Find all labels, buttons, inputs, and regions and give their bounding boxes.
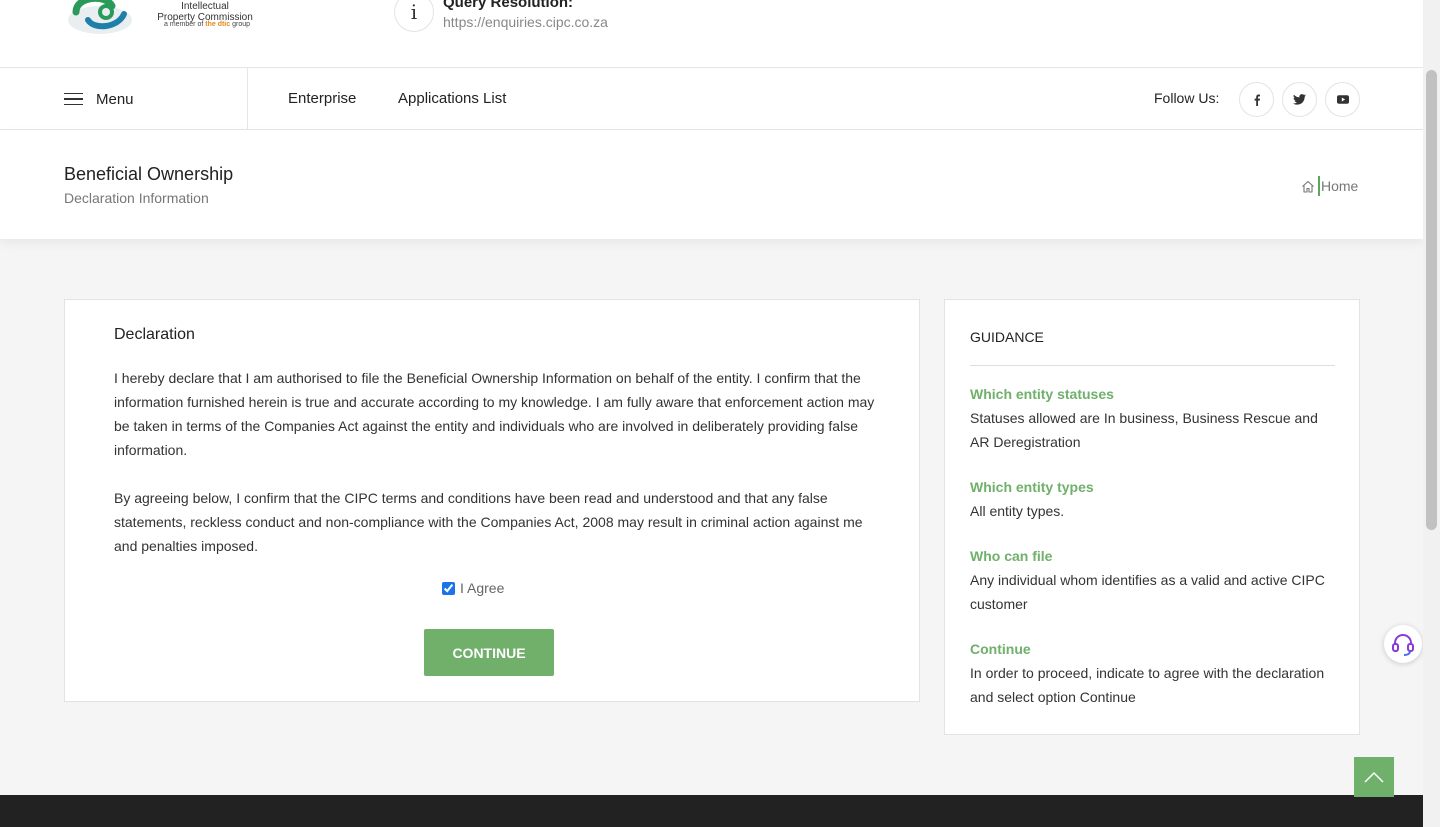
declaration-card: Declaration I hereby declare that I am a…: [64, 299, 920, 702]
scroll-to-top-button[interactable]: [1354, 757, 1394, 797]
menu-label: Menu: [96, 90, 134, 108]
guidance-text-types: All entity types.: [970, 503, 1065, 519]
main-nav: Menu Enterprise Applications List Follow…: [0, 68, 1423, 130]
guidance-heading-continue: Continue: [970, 641, 1031, 657]
youtube-icon: [1336, 95, 1349, 104]
chevron-up-icon: [1364, 771, 1384, 783]
facebook-button[interactable]: [1239, 82, 1274, 117]
logo-member-dtic: dtic: [217, 21, 231, 28]
agree-label: I Agree: [460, 580, 505, 596]
home-icon: [1302, 180, 1314, 193]
breadcrumb-home-label: Home: [1321, 178, 1359, 194]
nav-link-enterprise[interactable]: Enterprise: [288, 90, 356, 107]
headset-icon: [1392, 634, 1414, 656]
hamburger-icon: [64, 92, 83, 106]
logo-text: Companies and Intellectual Property Comm…: [150, 0, 260, 23]
page-title-band: Beneficial Ownership Declaration Informa…: [0, 130, 1423, 239]
declaration-title: Declaration: [114, 326, 195, 343]
agree-checkbox-label[interactable]: I Agree: [442, 580, 504, 596]
info-icon: i: [394, 0, 434, 32]
page-scrollbar[interactable]: [1423, 0, 1440, 827]
guidance-text-statuses: Statuses allowed are In business, Busine…: [970, 410, 1318, 450]
logo-member-the: the: [205, 21, 216, 28]
breadcrumb-home[interactable]: Home: [1301, 176, 1358, 196]
guidance-heading-who-can-file: Who can file: [970, 548, 1053, 564]
query-title: Query Resolution:: [443, 0, 574, 11]
logo-member-suffix: group: [232, 21, 251, 28]
page-subtitle: Declaration Information: [64, 190, 209, 206]
guidance-text-continue: In order to proceed, indicate to agree w…: [970, 665, 1325, 705]
youtube-button[interactable]: [1325, 82, 1360, 117]
breadcrumb-caret: [1318, 176, 1320, 196]
menu-button[interactable]: Menu: [64, 68, 248, 130]
footer: [0, 795, 1423, 827]
follow-us-label: Follow Us:: [1154, 90, 1220, 106]
top-header: Companies and Intellectual Property Comm…: [0, 0, 1423, 68]
nav-link-applications-list[interactable]: Applications List: [398, 90, 506, 107]
cipc-logo-mark-icon: [68, 0, 132, 34]
facebook-icon: [1254, 94, 1260, 106]
cipc-logo[interactable]: Companies and Intellectual Property Comm…: [66, 0, 266, 36]
support-chat-button[interactable]: [1384, 625, 1422, 663]
query-url-link[interactable]: https://enquiries.cipc.co.za: [443, 14, 608, 30]
guidance-divider: [970, 365, 1335, 366]
agree-checkbox[interactable]: [442, 581, 455, 595]
declaration-paragraph-1: I hereby declare that I am authorised to…: [114, 370, 875, 458]
logo-member-prefix: a member of: [164, 21, 204, 28]
page-title: Beneficial Ownership: [64, 164, 234, 184]
twitter-button[interactable]: [1282, 82, 1317, 117]
logo-line-1: Companies and Intellectual: [170, 0, 240, 12]
declaration-paragraph-2: By agreeing below, I confirm that the CI…: [114, 490, 863, 554]
guidance-card: GUIDANCE Which entity statuses Statuses …: [944, 299, 1360, 735]
logo-member-line: a member of the dtic group: [164, 21, 250, 28]
guidance-heading-types: Which entity types: [970, 479, 1094, 495]
continue-button[interactable]: CONTINUE: [424, 629, 554, 676]
twitter-icon: [1293, 94, 1306, 105]
scrollbar-thumb[interactable]: [1426, 70, 1437, 530]
guidance-heading-statuses: Which entity statuses: [970, 386, 1114, 402]
page: Companies and Intellectual Property Comm…: [0, 0, 1423, 827]
guidance-text-who-can-file: Any individual whom identifies as a vali…: [970, 572, 1325, 612]
guidance-title: GUIDANCE: [970, 329, 1044, 345]
